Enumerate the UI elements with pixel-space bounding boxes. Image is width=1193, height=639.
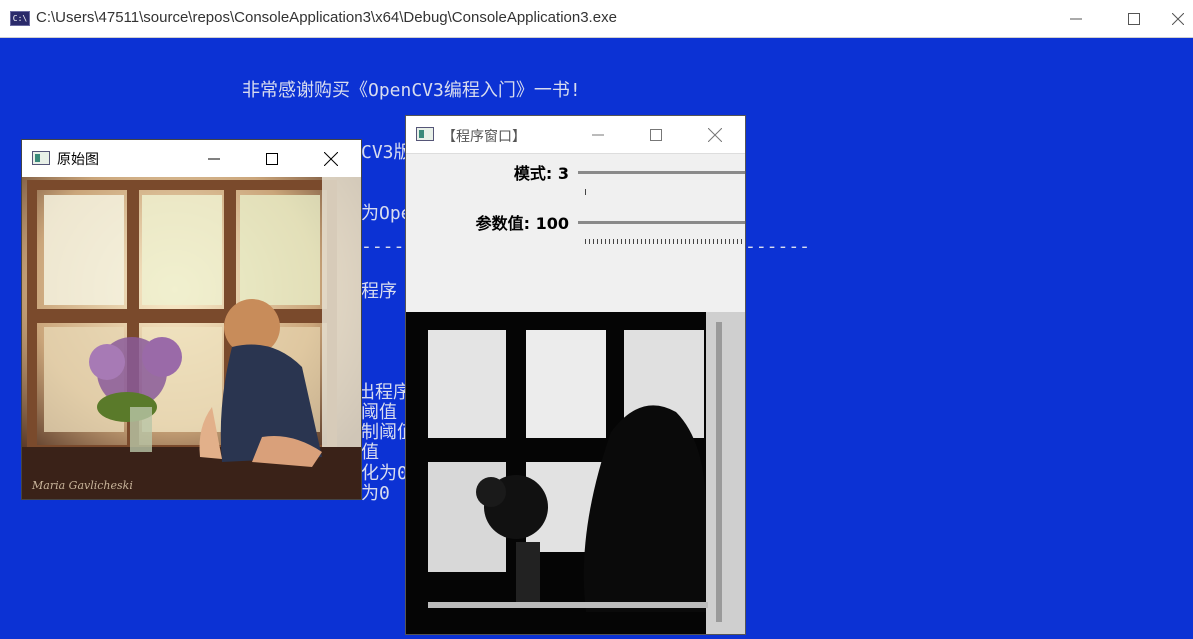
- original-close-button[interactable]: [302, 140, 360, 177]
- console-line: 为0: [361, 483, 390, 504]
- mode-trackbar-label: 模式: 3: [513, 164, 569, 183]
- program-close-button[interactable]: [686, 116, 744, 154]
- original-maximize-button[interactable]: [243, 140, 301, 177]
- program-minimize-button[interactable]: [569, 116, 627, 154]
- original-window-titlebar[interactable]: 原始图: [22, 140, 361, 177]
- program-window[interactable]: 【程序窗口】 模式: 3 参数值: 100: [406, 116, 745, 634]
- maximize-icon: [266, 152, 278, 165]
- console-titlebar: C:\ C:\Users\47511\source\repos\ConsoleA…: [0, 0, 1193, 38]
- threshold-trackbar-ticks: [585, 239, 745, 244]
- minimize-icon: [592, 134, 604, 136]
- program-window-titlebar[interactable]: 【程序窗口】: [406, 116, 745, 154]
- close-icon: [1172, 13, 1184, 25]
- close-button[interactable]: [1163, 0, 1193, 38]
- console-line: ------: [745, 236, 811, 257]
- maximize-icon: [1128, 13, 1140, 25]
- mode-trackbar[interactable]: [578, 171, 745, 174]
- console-app-icon: C:\: [10, 11, 30, 26]
- original-window-title: 原始图: [57, 152, 99, 168]
- program-window-title: 【程序窗口】: [442, 129, 526, 145]
- opencv-window-icon: [416, 127, 434, 141]
- threshold-trackbar[interactable]: [578, 221, 745, 224]
- maximize-button[interactable]: [1105, 0, 1163, 38]
- opencv-window-icon: [32, 151, 50, 165]
- original-minimize-button[interactable]: [185, 140, 243, 177]
- minimize-icon: [1070, 18, 1082, 20]
- threshold-trackbar-label: 参数值: 100: [475, 214, 569, 233]
- maximize-icon: [650, 129, 662, 141]
- console-line: 非常感谢购买《OpenCV3编程入门》一书!: [242, 80, 581, 101]
- console-line: CV3版: [361, 142, 412, 163]
- console-window-title: C:\Users\47511\source\repos\ConsoleAppli…: [36, 9, 617, 26]
- original-image-window[interactable]: 原始图 Maria Gavlicheski: [22, 140, 361, 499]
- minimize-icon: [208, 158, 220, 159]
- minimize-button[interactable]: [1047, 0, 1105, 38]
- console-line: 程序: [361, 281, 397, 302]
- threshold-output-image: [406, 312, 745, 634]
- mode-trackbar-tick: [585, 189, 586, 195]
- svg-text:Maria Gavlicheski: Maria Gavlicheski: [31, 479, 133, 492]
- program-maximize-button[interactable]: [627, 116, 685, 154]
- close-icon: [708, 128, 722, 142]
- close-icon: [324, 151, 338, 166]
- original-photo: Maria Gavlicheski: [22, 177, 361, 499]
